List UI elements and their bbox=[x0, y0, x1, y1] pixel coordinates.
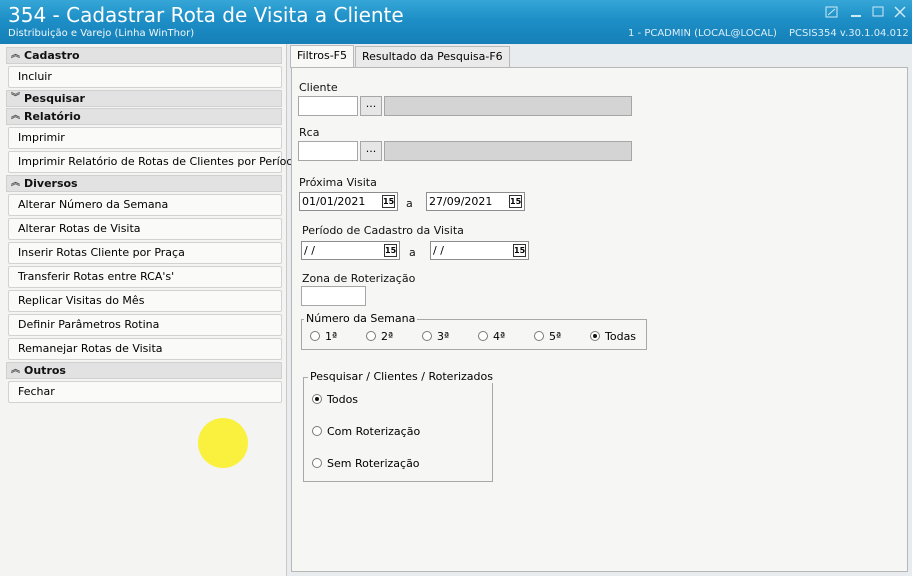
semana-radio-todas[interactable] bbox=[590, 331, 600, 341]
pesquisar-label-sem-roterizacao: Sem Roterização bbox=[327, 457, 420, 470]
proxima-visita-to-input[interactable]: 27/09/2021 15 bbox=[426, 192, 525, 211]
calendar-icon[interactable]: 15 bbox=[513, 244, 526, 257]
semana-radio-3[interactable] bbox=[422, 331, 432, 341]
chevron-up-icon: ︽ bbox=[11, 111, 21, 121]
chevron-down-icon: ︾ bbox=[11, 93, 21, 103]
semana-label-5: 5ª bbox=[549, 330, 562, 343]
minimize-icon[interactable] bbox=[849, 6, 863, 18]
semana-radio-4[interactable] bbox=[478, 331, 488, 341]
menu-item-remanejar-rotas[interactable]: Remanejar Rotas de Visita bbox=[8, 338, 282, 360]
group-pesquisar[interactable]: ︾ Pesquisar bbox=[6, 90, 282, 107]
calendar-icon[interactable]: 15 bbox=[382, 195, 395, 208]
tab-filtros[interactable]: Filtros-F5 bbox=[290, 45, 354, 68]
pesquisar-radio-todos[interactable] bbox=[312, 394, 322, 404]
rca-lookup-button[interactable]: ... bbox=[360, 141, 382, 161]
periodo-from-input[interactable]: / / 15 bbox=[301, 241, 400, 260]
range-separator: a bbox=[406, 197, 413, 210]
cursor-highlight bbox=[198, 418, 248, 468]
semana-label-2: 2ª bbox=[381, 330, 394, 343]
periodo-cadastro-label: Período de Cadastro da Visita bbox=[302, 224, 464, 237]
menu-item-imprimir[interactable]: Imprimir bbox=[8, 127, 282, 149]
menu-item-replicar-visitas[interactable]: Replicar Visitas do Mês bbox=[8, 290, 282, 312]
cliente-code-input[interactable] bbox=[298, 96, 358, 116]
semana-radio-2[interactable] bbox=[366, 331, 376, 341]
chevron-up-icon: ︽ bbox=[11, 50, 21, 60]
window-subtitle: Distribuição e Varejo (Linha WinThor) bbox=[8, 28, 195, 39]
calendar-icon[interactable]: 15 bbox=[509, 195, 522, 208]
chevron-up-icon: ︽ bbox=[11, 365, 21, 375]
menu-item-imprimir-relatorio-rotas[interactable]: Imprimir Relatório de Rotas de Clientes … bbox=[8, 151, 300, 173]
calendar-icon[interactable]: 15 bbox=[384, 244, 397, 257]
semana-label-1: 1ª bbox=[325, 330, 338, 343]
proxima-visita-from-input[interactable]: 01/01/2021 15 bbox=[299, 192, 398, 211]
pesquisar-label-com-roterizacao: Com Roterização bbox=[327, 425, 421, 438]
window-title: 354 - Cadastrar Rota de Visita a Cliente bbox=[8, 3, 404, 27]
semana-label-todas: Todas bbox=[605, 330, 637, 343]
menu-item-alterar-rotas-visita[interactable]: Alterar Rotas de Visita bbox=[8, 218, 282, 240]
group-diversos[interactable]: ︽ Diversos bbox=[6, 175, 282, 192]
range-separator: a bbox=[409, 246, 416, 259]
semana-radio-1[interactable] bbox=[310, 331, 320, 341]
menu-item-definir-parametros[interactable]: Definir Parâmetros Rotina bbox=[8, 314, 282, 336]
menu-item-transferir-rotas[interactable]: Transferir Rotas entre RCA's' bbox=[8, 266, 282, 288]
app-version: PCSIS354 v.30.1.04.012 bbox=[789, 28, 909, 39]
pin-icon[interactable] bbox=[825, 6, 839, 18]
group-cadastro[interactable]: ︽ Cadastro bbox=[6, 47, 282, 64]
chevron-up-icon: ︽ bbox=[11, 178, 21, 188]
cliente-label: Cliente bbox=[299, 81, 338, 94]
rca-code-input[interactable] bbox=[298, 141, 358, 161]
title-bar: 354 - Cadastrar Rota de Visita a Cliente… bbox=[0, 0, 912, 44]
zona-roterizacao-label: Zona de Roterização bbox=[302, 272, 416, 285]
menu-item-incluir[interactable]: Incluir bbox=[8, 66, 282, 88]
cliente-name-field bbox=[384, 96, 632, 116]
menu-item-inserir-rotas-praca[interactable]: Inserir Rotas Cliente por Praça bbox=[8, 242, 282, 264]
pesquisar-radio-sem-roterizacao[interactable] bbox=[312, 458, 322, 468]
group-outros[interactable]: ︽ Outros bbox=[6, 362, 282, 379]
user-info: 1 - PCADMIN (LOCAL@LOCAL) bbox=[628, 28, 777, 39]
maximize-icon[interactable] bbox=[871, 6, 885, 18]
semana-radio-5[interactable] bbox=[534, 331, 544, 341]
periodo-to-input[interactable]: / / 15 bbox=[430, 241, 529, 260]
proxima-visita-label: Próxima Visita bbox=[299, 176, 377, 189]
zona-roterizacao-input[interactable] bbox=[301, 286, 366, 306]
pesquisar-roterizados-legend: Pesquisar / Clientes / Roterizados bbox=[308, 370, 495, 383]
rca-name-field bbox=[384, 141, 632, 161]
pesquisar-label-todos: Todos bbox=[327, 393, 359, 406]
group-relatorio[interactable]: ︽ Relatório bbox=[6, 108, 282, 125]
rca-label: Rca bbox=[299, 126, 320, 139]
pesquisar-radio-com-roterizacao[interactable] bbox=[312, 426, 322, 436]
semana-label-4: 4ª bbox=[493, 330, 506, 343]
menu-item-alterar-numero-semana[interactable]: Alterar Número da Semana bbox=[8, 194, 282, 216]
semana-label-3: 3ª bbox=[437, 330, 450, 343]
numero-semana-legend: Número da Semana bbox=[304, 312, 418, 325]
cliente-lookup-button[interactable]: ... bbox=[360, 96, 382, 116]
menu-item-fechar[interactable]: Fechar bbox=[8, 381, 282, 403]
close-icon[interactable] bbox=[893, 6, 907, 18]
tab-resultado-pesquisa[interactable]: Resultado da Pesquisa-F6 bbox=[355, 46, 510, 67]
